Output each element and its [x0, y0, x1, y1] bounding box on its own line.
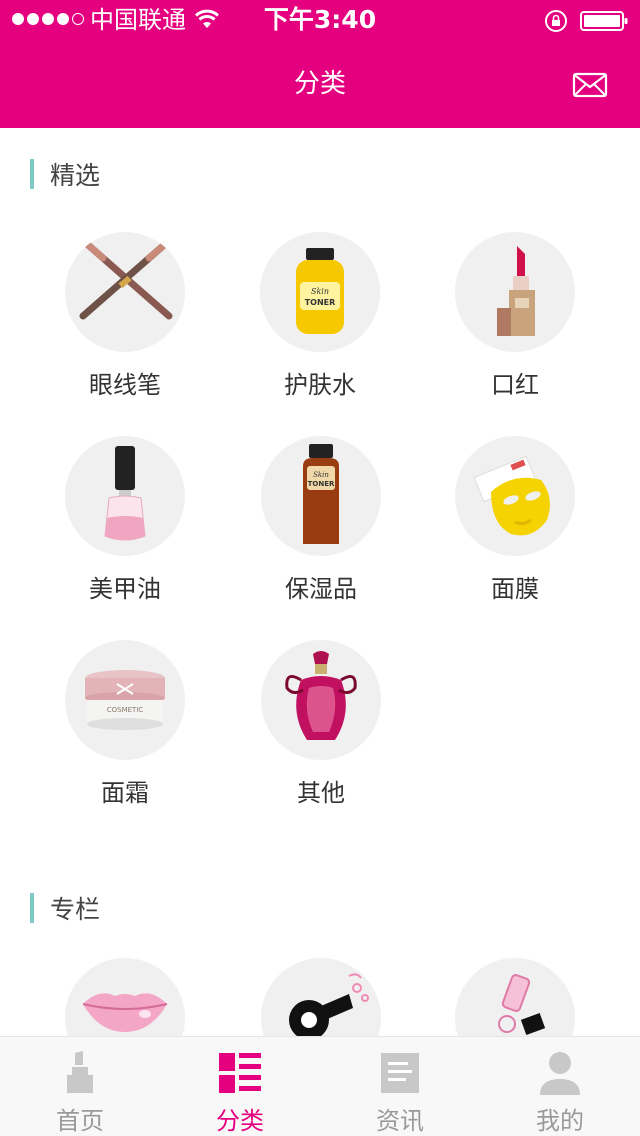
category-item-toner[interactable]: Skin TONER 护肤水	[230, 232, 410, 418]
section-header-featured: 精选	[30, 158, 100, 190]
category-label: 保湿品	[285, 575, 357, 603]
tab-label: 资讯	[376, 1107, 424, 1135]
tab-profile[interactable]: 我的	[480, 1037, 640, 1136]
category-label: 面膜	[491, 575, 539, 603]
category-circle	[455, 436, 575, 556]
category-label: 面霜	[101, 779, 149, 807]
hair-dryer-icon	[289, 973, 369, 1036]
column-item-hair-dryer[interactable]	[231, 958, 411, 1036]
svg-text:TONER: TONER	[308, 480, 335, 488]
cream-jar-icon: COSMETIC	[85, 670, 165, 730]
column-item-lips[interactable]	[35, 958, 215, 1036]
tab-category[interactable]: 分类	[160, 1037, 320, 1136]
svg-text:TONER: TONER	[305, 298, 336, 307]
section-header-columns: 专栏	[30, 892, 100, 924]
category-circle	[65, 436, 185, 556]
category-item-cream[interactable]: COSMETIC 面霜	[35, 640, 215, 826]
category-circle: Skin TONER	[260, 232, 380, 352]
tab-home[interactable]: 首页	[0, 1037, 160, 1136]
rotation-lock-icon	[545, 10, 567, 32]
svg-text:COSMETIC: COSMETIC	[107, 706, 144, 714]
category-circle	[455, 232, 575, 352]
status-bar: 中国联通 下午3:40	[0, 0, 640, 40]
category-label: 美甲油	[89, 575, 161, 603]
section-accent-bar	[30, 893, 34, 923]
category-label: 眼线笔	[89, 371, 161, 399]
category-circle	[65, 232, 185, 352]
tab-label: 首页	[56, 1107, 104, 1135]
tab-bar: 首页 分类 资讯 我的	[0, 1036, 640, 1136]
svg-text:Skin: Skin	[311, 287, 329, 296]
category-circle: COSMETIC	[65, 640, 185, 760]
battery-icon	[580, 11, 628, 31]
column-item-cosmetic-tools[interactable]	[425, 958, 605, 1036]
section-title-columns: 专栏	[50, 895, 101, 924]
category-label: 口红	[491, 371, 539, 399]
nail-polish-icon	[104, 446, 146, 541]
svg-text:Skin: Skin	[313, 471, 329, 479]
top-bar: 中国联通 下午3:40 分类	[0, 0, 640, 128]
page-title: 分类	[293, 69, 346, 99]
category-list-icon	[219, 1053, 261, 1093]
category-circle	[455, 958, 575, 1036]
app-screen: 中国联通 下午3:40 分类 精选 眼线笔 Skin TONER 护肤水 口红 …	[0, 0, 640, 1136]
category-label: 其他	[297, 779, 345, 807]
section-title-featured: 精选	[50, 161, 101, 190]
category-item-other[interactable]: 其他	[231, 640, 411, 826]
category-circle: Skin TONER	[261, 436, 381, 556]
face-mask-icon	[473, 455, 550, 536]
category-circle	[261, 640, 381, 760]
lips-icon	[82, 993, 168, 1032]
category-item-moisturizer[interactable]: Skin TONER 保湿品	[231, 436, 411, 622]
news-document-icon	[381, 1053, 419, 1093]
lipstick-icon	[497, 246, 535, 336]
category-item-face-mask[interactable]: 面膜	[425, 436, 605, 622]
mail-icon[interactable]	[572, 70, 608, 100]
brown-toner-bottle-icon: Skin TONER	[303, 444, 339, 544]
tab-label: 分类	[216, 1107, 264, 1135]
section-accent-bar	[30, 159, 34, 189]
category-content[interactable]: 精选 眼线笔 Skin TONER 护肤水 口红 美甲油 Skin TONER …	[0, 128, 640, 1036]
category-item-nail-polish[interactable]: 美甲油	[35, 436, 215, 622]
category-item-lipstick[interactable]: 口红	[425, 232, 605, 418]
home-lipstick-icon	[67, 1051, 93, 1093]
yellow-toner-bottle-icon: Skin TONER	[296, 248, 344, 334]
tab-news[interactable]: 资讯	[320, 1037, 480, 1136]
perfume-bottle-icon	[285, 651, 357, 740]
category-label: 护肤水	[284, 371, 356, 399]
cosmetic-tools-icon	[498, 974, 546, 1035]
user-profile-icon	[540, 1052, 580, 1095]
category-circle	[65, 958, 185, 1036]
category-item-eyeliner[interactable]: 眼线笔	[35, 232, 215, 418]
tab-label: 我的	[536, 1107, 584, 1135]
category-circle	[261, 958, 381, 1036]
eyeliner-pencil-icon	[79, 240, 173, 320]
